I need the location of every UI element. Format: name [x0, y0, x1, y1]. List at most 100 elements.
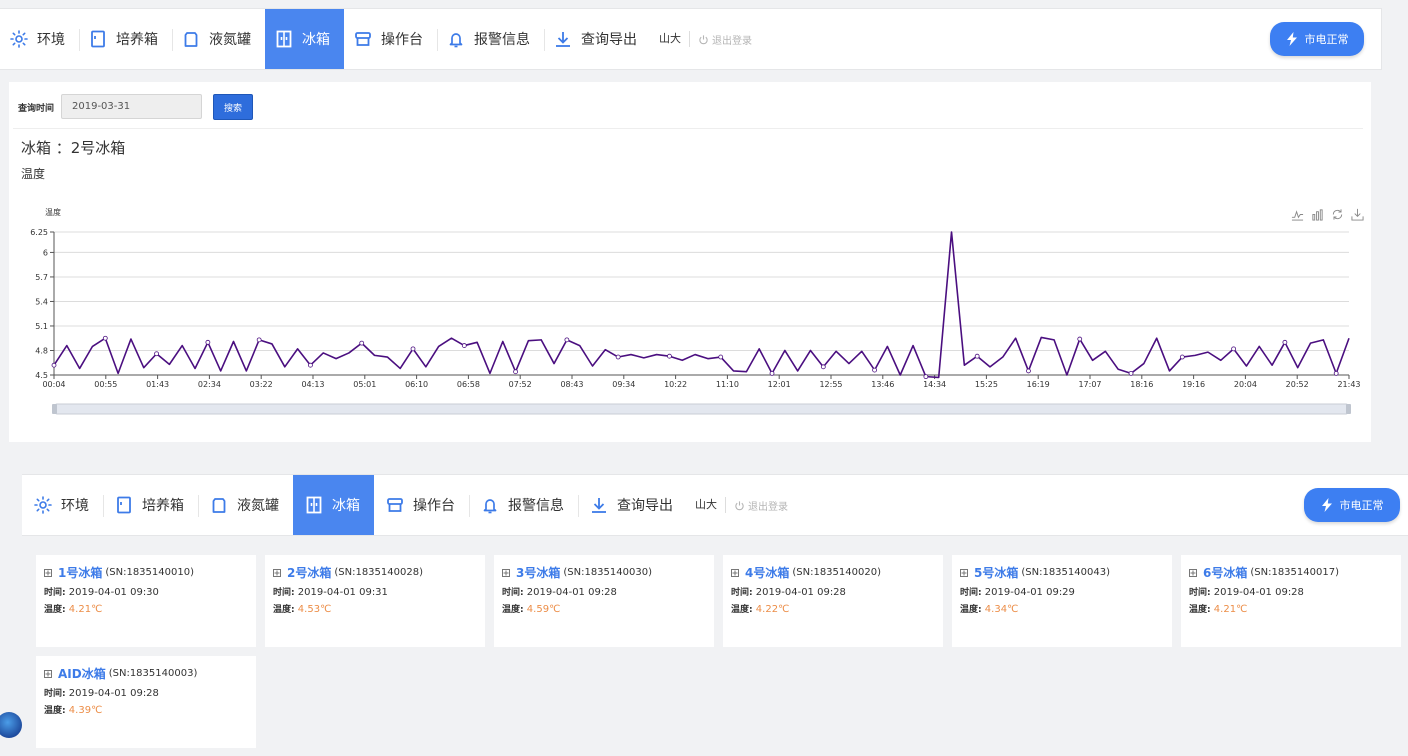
fridge-card[interactable]: 2号冰箱 (SN:1835140028) 时间: 2019-04-01 09:31…	[265, 555, 485, 647]
nav-label: 操作台	[381, 32, 423, 48]
fridge-name[interactable]: 1号冰箱	[58, 564, 102, 581]
fridge-temp: 4.39℃	[68, 705, 103, 716]
x-tick-label: 10:22	[664, 380, 687, 389]
fridge-card[interactable]: 3号冰箱 (SN:1835140030) 时间: 2019-04-01 09:28…	[494, 555, 714, 647]
fridge-name[interactable]: 5号冰箱	[974, 564, 1018, 581]
nav-item-environment[interactable]: 环境	[22, 475, 103, 535]
data-point	[923, 374, 929, 380]
nav-item-fridge[interactable]: 冰箱	[293, 475, 374, 535]
x-tick-label: 01:43	[146, 380, 169, 389]
expand-icon	[44, 669, 52, 678]
expand-icon	[502, 568, 510, 577]
series-line	[53, 231, 1350, 379]
data-point	[359, 340, 365, 346]
nav-item-export[interactable]: 查询导出	[544, 9, 651, 69]
fridge-temp: 4.21℃	[68, 604, 103, 615]
temp-label: 温度:	[960, 605, 982, 615]
nav-label: 查询导出	[581, 32, 637, 48]
download-icon	[590, 496, 608, 514]
nav-item-workbench[interactable]: 操作台	[344, 9, 437, 69]
logout-link[interactable]: 退出登录	[690, 32, 752, 47]
nav-item-export[interactable]: 查询导出	[578, 475, 687, 535]
power-status-label: 市电正常	[1339, 499, 1384, 512]
y-axis-label: 温度	[45, 207, 61, 217]
nav-item-incubator[interactable]: 培养箱	[103, 475, 198, 535]
nitrogen-tank-icon	[210, 496, 228, 514]
time-label: 时间:	[960, 588, 982, 598]
x-tick-label: 12:01	[768, 380, 791, 389]
fridge-name[interactable]: 6号冰箱	[1203, 564, 1247, 581]
device-title: 冰箱 ：2号冰箱	[21, 139, 126, 157]
data-point	[308, 362, 313, 368]
nav-item-environment[interactable]: 环境	[0, 9, 79, 69]
power-icon	[735, 500, 744, 510]
fridge-sn: (SN:1835140020)	[792, 567, 881, 578]
nav-label: 报警信息	[474, 32, 530, 48]
nav-item-nitrogen-tank[interactable]: 液氮罐	[172, 9, 265, 69]
fridge-name[interactable]: 4号冰箱	[745, 564, 789, 581]
nav-item-incubator[interactable]: 培养箱	[79, 9, 172, 69]
fridge-name[interactable]: 2号冰箱	[287, 564, 331, 581]
nav-item-nitrogen-tank[interactable]: 液氮罐	[198, 475, 293, 535]
top-nav: 环境 培养箱 液氮罐 冰箱 操作台 报警信息 查询导出 山大 退出登录 市电正常	[0, 8, 1382, 70]
nav-label: 液氮罐	[237, 498, 279, 514]
data-point	[769, 370, 775, 376]
fridge-sn: (SN:1835140043)	[1021, 567, 1110, 578]
data-point	[564, 337, 570, 343]
power-icon	[699, 34, 708, 44]
fridge-name[interactable]: AID冰箱	[58, 665, 106, 682]
fridge-card[interactable]: 4号冰箱 (SN:1835140020) 时间: 2019-04-01 09:28…	[723, 555, 943, 647]
fridge-time: 2019-04-01 09:30	[68, 587, 159, 598]
data-point	[461, 343, 467, 348]
nav-label: 环境	[37, 32, 65, 48]
nav-item-workbench[interactable]: 操作台	[374, 475, 469, 535]
data-point	[51, 362, 57, 368]
fridge-time: 2019-04-01 09:28	[526, 587, 617, 598]
windows-start-icon[interactable]	[0, 712, 22, 738]
nav-item-alarm[interactable]: 报警信息	[469, 475, 578, 535]
zoom-slider	[54, 403, 1349, 415]
power-status-label: 市电正常	[1304, 33, 1349, 46]
x-tick-label: 05:01	[353, 380, 376, 389]
x-tick-label: 08:43	[560, 380, 583, 389]
time-label: 时间:	[273, 588, 295, 598]
environment-icon	[10, 30, 28, 48]
data-point	[820, 364, 826, 370]
data-point	[718, 354, 724, 360]
fridge-card[interactable]: 6号冰箱 (SN:1835140017) 时间: 2019-04-01 09:28…	[1181, 555, 1401, 647]
y-tick-label: 4.8	[35, 346, 48, 355]
x-tick-label: 02:34	[198, 380, 221, 389]
x-tick-label: 03:22	[250, 380, 273, 389]
data-point	[1128, 370, 1134, 376]
lightning-icon	[1286, 32, 1297, 46]
query-date-input[interactable]	[61, 94, 202, 119]
fridge-card[interactable]: AID冰箱 (SN:1835140003) 时间: 2019-04-01 09:2…	[36, 656, 256, 748]
logout-link[interactable]: 退出登录	[726, 498, 788, 513]
nav-item-alarm[interactable]: 报警信息	[437, 9, 544, 69]
search-button[interactable]: 搜索	[213, 94, 253, 120]
nav-label: 查询导出	[617, 498, 673, 514]
x-tick-label: 04:13	[301, 380, 324, 389]
zoom-slider-handle-right	[1346, 404, 1351, 414]
fridge-card[interactable]: 1号冰箱 (SN:1835140010) 时间: 2019-04-01 09:30…	[36, 555, 256, 647]
nav-label: 报警信息	[508, 498, 564, 514]
top-nav-secondary: 环境 培养箱 液氮罐 冰箱 操作台 报警信息 查询导出 山大 退出登录 市电正常	[22, 474, 1408, 536]
data-point	[1026, 368, 1031, 374]
incubator-icon	[89, 30, 107, 48]
fridge-temp: 4.59℃	[526, 604, 561, 615]
fridge-time: 2019-04-01 09:28	[68, 688, 159, 699]
power-status-button[interactable]: 市电正常	[1270, 22, 1364, 56]
temp-label: 温度:	[44, 605, 66, 615]
x-tick-label: 06:10	[405, 380, 428, 389]
fridge-card[interactable]: 5号冰箱 (SN:1835140043) 时间: 2019-04-01 09:29…	[952, 555, 1172, 647]
x-tick-label: 14:34	[923, 380, 946, 389]
fridge-name[interactable]: 3号冰箱	[516, 564, 560, 581]
logout-label: 退出登录	[748, 501, 788, 513]
fridge-temp: 4.53℃	[297, 604, 332, 615]
x-tick-label: 11:10	[716, 380, 739, 389]
nav-item-fridge[interactable]: 冰箱	[265, 9, 344, 69]
nav-label: 冰箱	[302, 32, 330, 48]
power-status-button[interactable]: 市电正常	[1304, 488, 1400, 522]
data-point	[1179, 354, 1185, 360]
temp-label: 温度:	[731, 605, 753, 615]
